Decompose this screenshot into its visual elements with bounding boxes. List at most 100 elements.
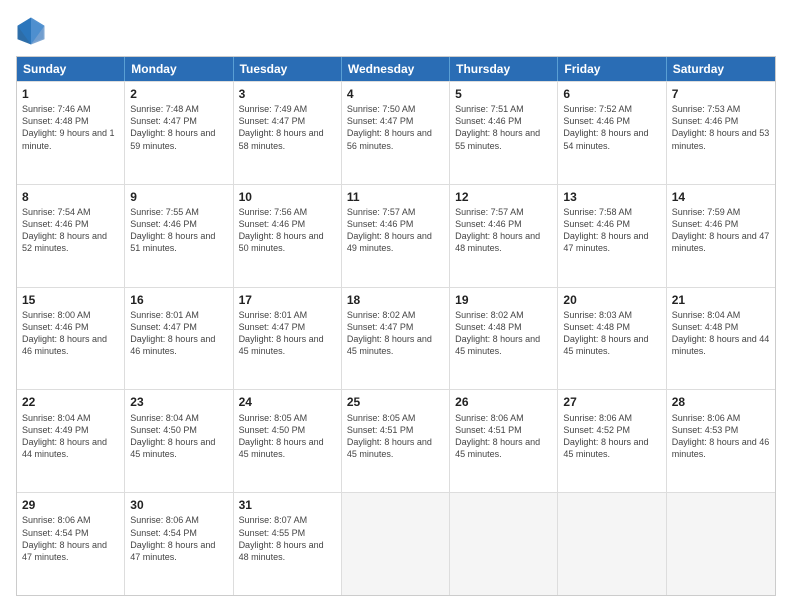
day-info: Sunrise: 7:57 AM Sunset: 4:46 PM Dayligh… [455, 206, 552, 255]
calendar-cell: 24Sunrise: 8:05 AM Sunset: 4:50 PM Dayli… [234, 390, 342, 492]
day-info: Sunrise: 8:07 AM Sunset: 4:55 PM Dayligh… [239, 514, 336, 563]
day-number: 15 [22, 292, 119, 308]
day-info: Sunrise: 7:46 AM Sunset: 4:48 PM Dayligh… [22, 103, 119, 152]
calendar-cell [558, 493, 666, 595]
day-info: Sunrise: 8:04 AM Sunset: 4:48 PM Dayligh… [672, 309, 770, 358]
calendar-cell [342, 493, 450, 595]
calendar-cell: 12Sunrise: 7:57 AM Sunset: 4:46 PM Dayli… [450, 185, 558, 287]
day-number: 27 [563, 394, 660, 410]
calendar-cell: 9Sunrise: 7:55 AM Sunset: 4:46 PM Daylig… [125, 185, 233, 287]
week-row-5: 29Sunrise: 8:06 AM Sunset: 4:54 PM Dayli… [17, 492, 775, 595]
day-info: Sunrise: 7:50 AM Sunset: 4:47 PM Dayligh… [347, 103, 444, 152]
day-info: Sunrise: 7:55 AM Sunset: 4:46 PM Dayligh… [130, 206, 227, 255]
week-row-4: 22 Sunrise: 8:04 AM Sunset: 4:49 PM Dayli… [17, 389, 775, 492]
calendar-header: SundayMondayTuesdayWednesdayThursdayFrid… [17, 57, 775, 81]
day-info: Sunrise: 8:06 AM Sunset: 4:53 PM Dayligh… [672, 412, 770, 461]
day-info: Sunrise: 7:56 AM Sunset: 4:46 PM Dayligh… [239, 206, 336, 255]
day-number: 22 [22, 394, 119, 410]
calendar-cell: 16Sunrise: 8:01 AM Sunset: 4:47 PM Dayli… [125, 288, 233, 390]
calendar-body: 1Sunrise: 7:46 AM Sunset: 4:48 PM Daylig… [17, 81, 775, 595]
day-info: Sunrise: 8:05 AM Sunset: 4:50 PM Dayligh… [239, 412, 336, 461]
header-day-friday: Friday [558, 57, 666, 81]
day-number: 26 [455, 394, 552, 410]
header-day-saturday: Saturday [667, 57, 775, 81]
week-row-2: 8Sunrise: 7:54 AM Sunset: 4:46 PM Daylig… [17, 184, 775, 287]
day-info: Sunrise: 8:06 AM Sunset: 4:51 PM Dayligh… [455, 412, 552, 461]
day-info: Sunrise: 8:06 AM Sunset: 4:52 PM Dayligh… [563, 412, 660, 461]
day-number: 25 [347, 394, 444, 410]
calendar-cell: 14Sunrise: 7:59 AM Sunset: 4:46 PM Dayli… [667, 185, 775, 287]
day-info: Sunrise: 8:04 AM Sunset: 4:50 PM Dayligh… [130, 412, 227, 461]
calendar-cell [450, 493, 558, 595]
calendar-cell: 15Sunrise: 8:00 AM Sunset: 4:46 PM Dayli… [17, 288, 125, 390]
calendar-cell: 23 Sunrise: 8:04 AM Sunset: 4:50 PM Dayli… [125, 390, 233, 492]
day-number: 29 [22, 497, 119, 513]
day-info: Sunrise: 8:01 AM Sunset: 4:47 PM Dayligh… [130, 309, 227, 358]
header-day-thursday: Thursday [450, 57, 558, 81]
day-info: Sunrise: 7:54 AM Sunset: 4:46 PM Dayligh… [22, 206, 119, 255]
calendar-cell: 11Sunrise: 7:57 AM Sunset: 4:46 PM Dayli… [342, 185, 450, 287]
day-number: 18 [347, 292, 444, 308]
logo-icon [16, 16, 46, 46]
header-day-tuesday: Tuesday [234, 57, 342, 81]
day-number: 1 [22, 86, 119, 102]
calendar-cell: 22 Sunrise: 8:04 AM Sunset: 4:49 PM Dayli… [17, 390, 125, 492]
calendar-cell: 4Sunrise: 7:50 AM Sunset: 4:47 PM Daylig… [342, 82, 450, 184]
day-number: 17 [239, 292, 336, 308]
day-info: Sunrise: 7:49 AM Sunset: 4:47 PM Dayligh… [239, 103, 336, 152]
day-number: 12 [455, 189, 552, 205]
calendar-cell: 28Sunrise: 8:06 AM Sunset: 4:53 PM Dayli… [667, 390, 775, 492]
calendar-cell: 3Sunrise: 7:49 AM Sunset: 4:47 PM Daylig… [234, 82, 342, 184]
day-number: 4 [347, 86, 444, 102]
calendar-cell: 20Sunrise: 8:03 AM Sunset: 4:48 PM Dayli… [558, 288, 666, 390]
day-number: 6 [563, 86, 660, 102]
calendar-cell: 1Sunrise: 7:46 AM Sunset: 4:48 PM Daylig… [17, 82, 125, 184]
day-number: 9 [130, 189, 227, 205]
day-info: Sunrise: 8:02 AM Sunset: 4:48 PM Dayligh… [455, 309, 552, 358]
calendar-cell: 18Sunrise: 8:02 AM Sunset: 4:47 PM Dayli… [342, 288, 450, 390]
calendar-cell: 2Sunrise: 7:48 AM Sunset: 4:47 PM Daylig… [125, 82, 233, 184]
calendar-cell: 25 Sunrise: 8:05 AM Sunset: 4:51 PM Dayli… [342, 390, 450, 492]
header-day-monday: Monday [125, 57, 233, 81]
day-number: 14 [672, 189, 770, 205]
calendar-cell: 19Sunrise: 8:02 AM Sunset: 4:48 PM Dayli… [450, 288, 558, 390]
day-info: Sunrise: 7:58 AM Sunset: 4:46 PM Dayligh… [563, 206, 660, 255]
day-number: 16 [130, 292, 227, 308]
day-number: 11 [347, 189, 444, 205]
header-day-wednesday: Wednesday [342, 57, 450, 81]
day-number: 20 [563, 292, 660, 308]
page: SundayMondayTuesdayWednesdayThursdayFrid… [0, 0, 792, 612]
day-number: 21 [672, 292, 770, 308]
day-number: 3 [239, 86, 336, 102]
header [16, 16, 776, 46]
calendar-cell [667, 493, 775, 595]
calendar-cell: 5Sunrise: 7:51 AM Sunset: 4:46 PM Daylig… [450, 82, 558, 184]
logo [16, 16, 50, 46]
day-number: 19 [455, 292, 552, 308]
day-number: 31 [239, 497, 336, 513]
day-number: 2 [130, 86, 227, 102]
calendar-cell: 10Sunrise: 7:56 AM Sunset: 4:46 PM Dayli… [234, 185, 342, 287]
day-info: Sunrise: 8:05 AM Sunset: 4:51 PM Dayligh… [347, 412, 444, 461]
day-info: Sunrise: 7:52 AM Sunset: 4:46 PM Dayligh… [563, 103, 660, 152]
day-number: 30 [130, 497, 227, 513]
day-number: 10 [239, 189, 336, 205]
day-info: Sunrise: 8:06 AM Sunset: 4:54 PM Dayligh… [22, 514, 119, 563]
calendar-cell: 13Sunrise: 7:58 AM Sunset: 4:46 PM Dayli… [558, 185, 666, 287]
calendar: SundayMondayTuesdayWednesdayThursdayFrid… [16, 56, 776, 596]
day-info: Sunrise: 7:57 AM Sunset: 4:46 PM Dayligh… [347, 206, 444, 255]
day-info: Sunrise: 8:06 AM Sunset: 4:54 PM Dayligh… [130, 514, 227, 563]
calendar-cell: 26 Sunrise: 8:06 AM Sunset: 4:51 PM Dayli… [450, 390, 558, 492]
day-info: Sunrise: 7:53 AM Sunset: 4:46 PM Dayligh… [672, 103, 770, 152]
day-number: 13 [563, 189, 660, 205]
day-number: 23 [130, 394, 227, 410]
week-row-1: 1Sunrise: 7:46 AM Sunset: 4:48 PM Daylig… [17, 81, 775, 184]
week-row-3: 15Sunrise: 8:00 AM Sunset: 4:46 PM Dayli… [17, 287, 775, 390]
day-info: Sunrise: 7:59 AM Sunset: 4:46 PM Dayligh… [672, 206, 770, 255]
calendar-cell: 30Sunrise: 8:06 AM Sunset: 4:54 PM Dayli… [125, 493, 233, 595]
day-info: Sunrise: 8:04 AM Sunset: 4:49 PM Dayligh… [22, 412, 119, 461]
day-info: Sunrise: 8:00 AM Sunset: 4:46 PM Dayligh… [22, 309, 119, 358]
calendar-cell: 6Sunrise: 7:52 AM Sunset: 4:46 PM Daylig… [558, 82, 666, 184]
calendar-cell: 21Sunrise: 8:04 AM Sunset: 4:48 PM Dayli… [667, 288, 775, 390]
day-info: Sunrise: 7:51 AM Sunset: 4:46 PM Dayligh… [455, 103, 552, 152]
